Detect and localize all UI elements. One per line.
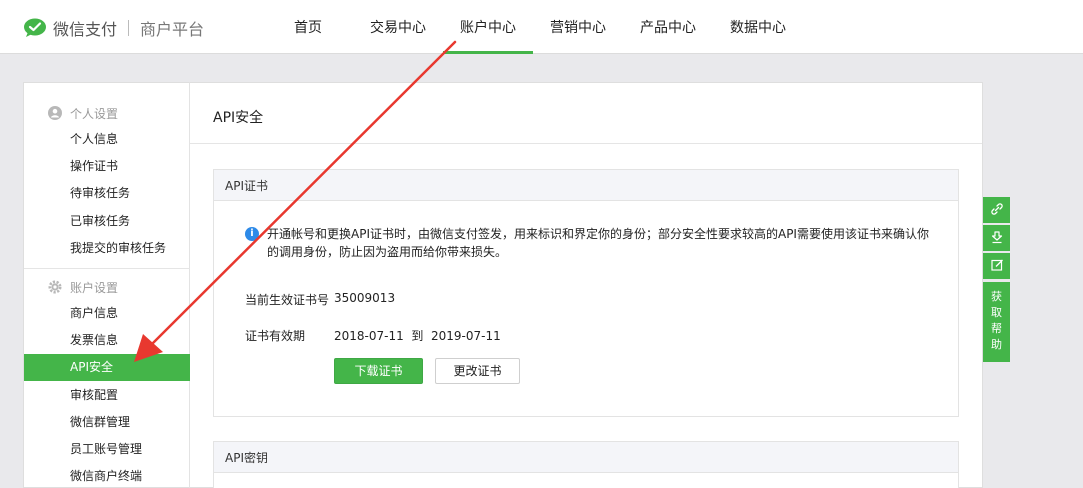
cert-serial-value: 35009013 [334, 291, 396, 305]
get-help-button[interactable]: 获 取 帮 助 [983, 282, 1010, 362]
sidebar-item-merchant-info[interactable]: 商户信息 [24, 300, 190, 327]
help-char-1: 获 [991, 290, 1002, 303]
cert-validity-value: 2018-07-11 到 2019-07-11 [334, 329, 501, 343]
link-button[interactable] [983, 197, 1010, 223]
cert-serial-label: 当前生效证书号 [245, 293, 330, 307]
api-cert-heading: API证书 [214, 170, 958, 201]
info-icon: i [245, 227, 259, 241]
sidebar-item-api-security[interactable]: API安全 [24, 354, 190, 381]
sidebar-item-merchant-terminal[interactable]: 微信商户终端 [24, 463, 190, 488]
wechat-pay-logo-icon [23, 18, 47, 38]
sidebar-item-operation-cert[interactable]: 操作证书 [24, 153, 190, 180]
link-icon [990, 202, 1004, 219]
api-cert-notice: i 开通帐号和更换API证书时，由微信支付签发，用来标识和界定你的身份；部分安全… [245, 225, 935, 261]
brand-name: 微信支付 [53, 20, 118, 39]
sidebar-item-personal-info[interactable]: 个人信息 [24, 126, 190, 153]
sidebar: 个人设置 个人信息 操作证书 待审核任务 已审核任务 我提交的审核任务 账户设置… [23, 82, 190, 488]
sidebar-item-staff-accounts[interactable]: 员工账号管理 [24, 436, 190, 463]
api-key-card: API密钥 [213, 441, 959, 488]
nav-data[interactable]: 数据中心 [713, 0, 803, 54]
nav-account[interactable]: 账户中心 [443, 0, 533, 54]
help-char-3: 帮 [991, 322, 1002, 335]
cert-validity-label: 证书有效期 [245, 329, 306, 343]
brand-separator [128, 20, 130, 36]
download-button[interactable] [983, 225, 1010, 251]
top-header: 微信支付 商户平台 首页 交易中心 账户中心 营销中心 产品中心 数据中心 [0, 0, 1083, 54]
account-settings-heading: 账户设置 [24, 277, 118, 297]
nav-home[interactable]: 首页 [263, 0, 353, 54]
user-icon [48, 106, 62, 120]
sidebar-item-invoice-info[interactable]: 发票信息 [24, 327, 190, 354]
main-nav: 首页 交易中心 账户中心 营销中心 产品中心 数据中心 [263, 0, 803, 54]
gear-icon [48, 280, 62, 294]
download-cert-button[interactable]: 下载证书 [334, 358, 423, 384]
personal-settings-heading: 个人设置 [24, 103, 118, 123]
main-panel: API安全 API证书 i 开通帐号和更换API证书时，由微信支付签发，用来标识… [190, 82, 983, 488]
page-title: API安全 [190, 83, 982, 144]
edit-button[interactable] [983, 253, 1010, 279]
sidebar-item-pending-review[interactable]: 待审核任务 [24, 180, 190, 207]
brand-subtitle: 商户平台 [140, 20, 205, 39]
api-key-heading: API密钥 [214, 442, 958, 473]
nav-transactions[interactable]: 交易中心 [353, 0, 443, 54]
brand-logo[interactable]: 微信支付 商户平台 [23, 17, 204, 39]
change-cert-button[interactable]: 更改证书 [435, 358, 520, 384]
edit-icon [990, 258, 1004, 275]
account-settings-label: 账户设置 [70, 280, 119, 295]
personal-settings-label: 个人设置 [70, 106, 119, 121]
sidebar-item-review-config[interactable]: 审核配置 [24, 382, 190, 409]
api-cert-card: API证书 i 开通帐号和更换API证书时，由微信支付签发，用来标识和界定你的身… [213, 169, 959, 417]
sidebar-item-my-submitted[interactable]: 我提交的审核任务 [24, 235, 190, 262]
nav-products[interactable]: 产品中心 [623, 0, 713, 54]
nav-marketing[interactable]: 营销中心 [533, 0, 623, 54]
download-icon [990, 230, 1004, 247]
help-char-2: 取 [991, 306, 1002, 319]
sidebar-divider [24, 268, 190, 269]
api-cert-notice-text: 开通帐号和更换API证书时，由微信支付签发，用来标识和界定你的身份；部分安全性要… [267, 227, 929, 259]
sidebar-item-reviewed[interactable]: 已审核任务 [24, 208, 190, 235]
sidebar-item-wechat-group[interactable]: 微信群管理 [24, 409, 190, 436]
help-char-4: 助 [991, 338, 1002, 351]
